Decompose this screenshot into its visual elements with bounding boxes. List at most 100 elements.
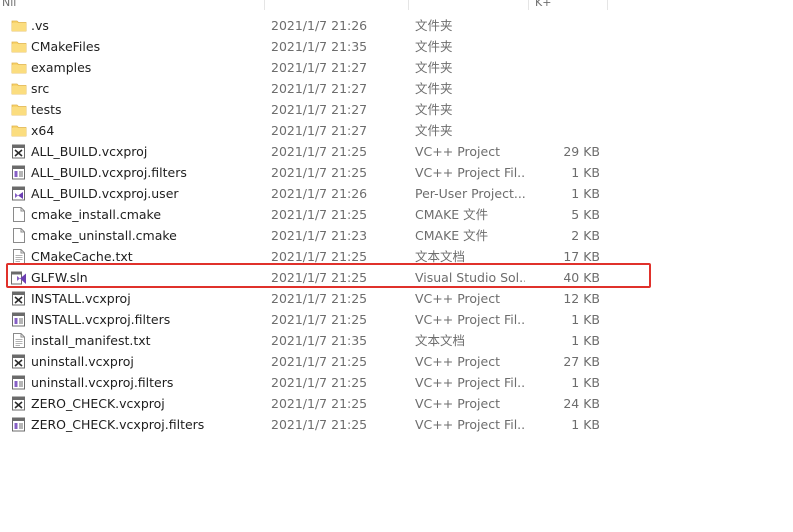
column-separator[interactable] [607, 0, 608, 10]
vcxproj-icon [11, 393, 27, 414]
file-name: cmake_uninstall.cmake [31, 228, 177, 243]
file-modified-date: 2021/1/7 21:25 [271, 291, 368, 306]
file-size: 17 KB [563, 249, 600, 264]
file-modified-date: 2021/1/7 21:25 [271, 249, 368, 264]
file-size: 27 KB [563, 354, 600, 369]
file-name: ZERO_CHECK.vcxproj.filters [31, 417, 205, 432]
file-modified-date: 2021/1/7 21:25 [271, 270, 368, 285]
file-modified-date: 2021/1/7 21:25 [271, 312, 368, 327]
file-type: 文本文档 [415, 333, 466, 348]
vcxproj-icon [11, 351, 27, 372]
file-row[interactable]: CMakeCache.txt 2021/1/7 21:25 文本文档 17 KB [0, 246, 793, 267]
file-row[interactable]: tests 2021/1/7 21:27 文件夹 [0, 99, 793, 120]
folder-icon [11, 15, 27, 36]
column-separator[interactable] [408, 0, 409, 10]
file-row[interactable]: ALL_BUILD.vcxproj.user 2021/1/7 21:26 Per-… [0, 183, 793, 204]
file-row[interactable]: GLFW.sln 2021/1/7 21:25 Visual Studio Sol.… [0, 267, 793, 288]
file-name: uninstall.vcxproj [31, 354, 134, 369]
file-modified-date: 2021/1/7 21:35 [271, 333, 368, 348]
file-size: 12 KB [563, 291, 600, 306]
file-row[interactable]: .vs 2021/1/7 21:26 文件夹 [0, 15, 793, 36]
folder-icon [11, 120, 27, 141]
file-modified-date: 2021/1/7 21:26 [271, 18, 368, 33]
file-modified-date: 2021/1/7 21:35 [271, 39, 368, 54]
file-icon [11, 204, 27, 225]
file-name: ALL_BUILD.vcxproj.filters [31, 165, 187, 180]
folder-icon [11, 78, 27, 99]
file-name: x64 [31, 123, 55, 138]
file-name: uninstall.vcxproj.filters [31, 375, 174, 390]
file-size: 1 KB [571, 165, 600, 180]
file-modified-date: 2021/1/7 21:23 [271, 228, 368, 243]
file-icon [11, 225, 27, 246]
file-name: CMakeFiles [31, 39, 101, 54]
file-row[interactable]: examples 2021/1/7 21:27 文件夹 [0, 57, 793, 78]
file-type: VC++ Project Fil... [415, 417, 525, 432]
header-name[interactable]: Nil [2, 0, 42, 10]
file-size: 5 KB [571, 207, 600, 222]
file-modified-date: 2021/1/7 21:25 [271, 144, 368, 159]
file-row[interactable]: install_manifest.txt 2021/1/7 21:35 文本文档 1 … [0, 330, 793, 351]
file-row[interactable]: x64 2021/1/7 21:27 文件夹 [0, 120, 793, 141]
file-name: src [31, 81, 50, 96]
file-type: 文件夹 [415, 18, 453, 33]
file-modified-date: 2021/1/7 21:25 [271, 354, 368, 369]
file-row[interactable]: ALL_BUILD.vcxproj.filters 2021/1/7 21:25 V… [0, 162, 793, 183]
file-modified-date: 2021/1/7 21:25 [271, 417, 368, 432]
file-row[interactable]: INSTALL.vcxproj 2021/1/7 21:25 VC++ Projec… [0, 288, 793, 309]
file-name: ZERO_CHECK.vcxproj [31, 396, 165, 411]
file-size [530, 78, 600, 99]
column-separator[interactable] [264, 0, 265, 10]
file-name: INSTALL.vcxproj [31, 291, 131, 306]
file-size [530, 36, 600, 57]
file-size: 29 KB [563, 144, 600, 159]
text-file-icon [11, 330, 27, 351]
folder-icon [11, 99, 27, 120]
file-name: tests [31, 102, 62, 117]
file-size: 1 KB [571, 312, 600, 327]
filters-icon [11, 414, 27, 435]
vcxproj-icon [11, 141, 27, 162]
column-header: Nil K+ [0, 0, 793, 10]
header-size[interactable]: K+ [535, 0, 575, 10]
file-size [530, 57, 600, 78]
file-size: 40 KB [563, 270, 600, 285]
file-row[interactable]: src 2021/1/7 21:27 文件夹 [0, 78, 793, 99]
filters-icon [11, 372, 27, 393]
file-size [530, 120, 600, 141]
file-size [530, 15, 600, 36]
file-name: ALL_BUILD.vcxproj [31, 144, 148, 159]
file-row[interactable]: CMakeFiles 2021/1/7 21:35 文件夹 [0, 36, 793, 57]
file-modified-date: 2021/1/7 21:25 [271, 165, 368, 180]
column-separator[interactable] [528, 0, 529, 10]
file-row[interactable]: cmake_uninstall.cmake 2021/1/7 21:23 CMAKE… [0, 225, 793, 246]
file-row[interactable]: ALL_BUILD.vcxproj 2021/1/7 21:25 VC++ Proj… [0, 141, 793, 162]
file-row[interactable]: uninstall.vcxproj.filters 2021/1/7 21:25 V… [0, 372, 793, 393]
file-type: 文件夹 [415, 81, 453, 96]
file-size: 1 KB [571, 417, 600, 432]
file-type: VC++ Project [415, 354, 500, 369]
file-type: 文件夹 [415, 102, 453, 117]
file-type: VC++ Project Fil... [415, 165, 525, 180]
file-row[interactable]: cmake_install.cmake 2021/1/7 21:25 CMAKE 文… [0, 204, 793, 225]
folder-icon [11, 57, 27, 78]
file-type: CMAKE 文件 [415, 207, 489, 222]
file-size: 24 KB [563, 396, 600, 411]
file-type: Visual Studio Sol... [415, 270, 525, 285]
file-type: Per-User Project... [415, 186, 525, 201]
filters-icon [11, 309, 27, 330]
file-modified-date: 2021/1/7 21:27 [271, 60, 368, 75]
file-type: 文本文档 [415, 249, 466, 264]
file-row[interactable]: ZERO_CHECK.vcxproj 2021/1/7 21:25 VC++ Pro… [0, 393, 793, 414]
file-type: VC++ Project Fil... [415, 312, 525, 327]
vs-user-icon [11, 183, 27, 204]
file-type: VC++ Project [415, 291, 500, 306]
file-row[interactable]: INSTALL.vcxproj.filters 2021/1/7 21:25 VC+… [0, 309, 793, 330]
file-size: 1 KB [571, 333, 600, 348]
file-size: 1 KB [571, 186, 600, 201]
file-row[interactable]: uninstall.vcxproj 2021/1/7 21:25 VC++ Proj… [0, 351, 793, 372]
file-modified-date: 2021/1/7 21:27 [271, 81, 368, 96]
file-row[interactable]: ZERO_CHECK.vcxproj.filters 2021/1/7 21:25… [0, 414, 793, 435]
file-modified-date: 2021/1/7 21:25 [271, 396, 368, 411]
file-size [530, 99, 600, 120]
